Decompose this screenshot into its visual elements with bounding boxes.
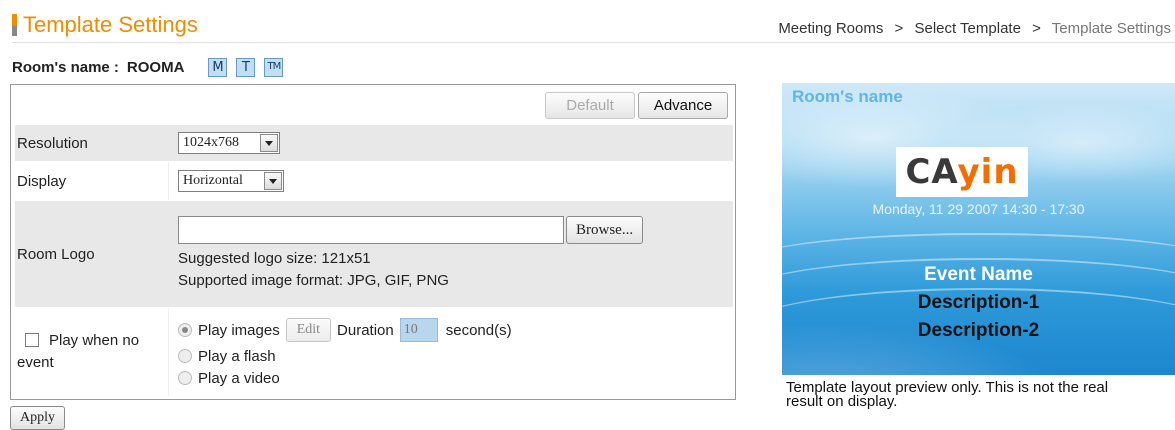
logo-main-text: CA — [905, 152, 958, 192]
logo-size-hint: Suggested logo size: 121x51 — [178, 250, 371, 267]
template-preview: Room's name CAyin Monday, 11 29 2007 14:… — [782, 83, 1175, 375]
play-images-radio[interactable] — [178, 323, 192, 337]
chevron-down-icon[interactable] — [260, 134, 278, 152]
display-select[interactable]: Horizontal — [178, 170, 284, 192]
page-header: Template Settings — [12, 12, 198, 38]
default-button[interactable]: Default — [545, 92, 635, 119]
mode-m-button[interactable]: M — [208, 57, 228, 77]
preview-date: Monday, 11 29 2007 14:30 - 17:30 — [872, 201, 1085, 217]
display-label: Display — [15, 162, 169, 200]
mode-tm-button[interactable]: TM — [264, 57, 284, 77]
duration-input[interactable]: 10 — [399, 318, 438, 342]
preview-note: Template layout preview only. This is no… — [786, 380, 1171, 410]
play-when-no-event-row: Play when no event Play images Edit Dura… — [15, 308, 733, 396]
chevron-down-icon[interactable] — [264, 172, 282, 190]
edit-button[interactable]: Edit — [285, 318, 332, 342]
play-when-no-event-label-cont: event — [17, 354, 54, 371]
duration-label: Duration — [337, 321, 394, 339]
play-video-label: Play a video — [198, 369, 280, 387]
breadcrumb-select-template[interactable]: Select Template — [914, 20, 1020, 37]
room-name-label: Room's name : — [12, 58, 119, 76]
play-when-no-event-checkbox[interactable] — [25, 333, 39, 347]
preview-description-2: Description-2 — [917, 320, 1040, 341]
logo-accent-text: yin — [957, 152, 1019, 192]
preview-event-name: Event Name — [924, 264, 1033, 285]
room-logo-label: Room Logo — [15, 201, 169, 307]
room-logo-row: Room Logo Browse... Suggested logo size:… — [15, 201, 733, 307]
page-title: Template Settings — [23, 12, 198, 37]
breadcrumb-separator: > — [1032, 20, 1041, 37]
logo-file-input[interactable] — [178, 216, 564, 244]
cayin-logo: CAyin — [905, 152, 1018, 192]
breadcrumb-template-settings: Template Settings — [1051, 20, 1171, 37]
play-video-radio[interactable] — [178, 371, 192, 385]
breadcrumb: Meeting Rooms > Select Template > Templa… — [778, 20, 1171, 37]
logo-format-hint: Supported image format: JPG, GIF, PNG — [178, 272, 449, 289]
display-row: Display Horizontal — [15, 162, 733, 200]
mode-t-button[interactable]: T — [236, 57, 256, 77]
title-divider — [12, 42, 1175, 43]
play-images-label: Play images — [198, 321, 280, 339]
resolution-label: Resolution — [15, 125, 169, 161]
preview-description-1: Description-1 — [917, 292, 1040, 313]
resolution-value: 1024x768 — [183, 135, 239, 150]
play-flash-label: Play a flash — [198, 347, 276, 365]
template-settings-form: Default Advance Resolution 1024x768 Disp… — [10, 84, 736, 400]
title-marker — [12, 14, 17, 36]
room-name-line: Room's name : ROOMA M T TM — [12, 56, 288, 78]
apply-button[interactable]: Apply — [10, 406, 65, 430]
preview-note-line2: result on display. — [786, 393, 898, 410]
resolution-row: Resolution 1024x768 — [15, 125, 733, 161]
display-value: Horizontal — [183, 173, 243, 188]
room-name-value: ROOMA — [126, 58, 185, 76]
play-when-no-event-label: Play when no — [49, 332, 140, 349]
play-flash-radio[interactable] — [178, 349, 192, 363]
breadcrumb-meeting-rooms[interactable]: Meeting Rooms — [778, 20, 883, 37]
advance-button[interactable]: Advance — [638, 92, 728, 119]
room-logo-image: CAyin — [896, 147, 1028, 197]
form-toolbar: Default Advance — [545, 92, 728, 119]
breadcrumb-separator: > — [894, 20, 904, 37]
browse-button[interactable]: Browse... — [566, 216, 644, 244]
resolution-select[interactable]: 1024x768 — [178, 132, 280, 154]
preview-room-name: Room's name — [792, 87, 903, 106]
duration-unit: second(s) — [445, 321, 512, 339]
